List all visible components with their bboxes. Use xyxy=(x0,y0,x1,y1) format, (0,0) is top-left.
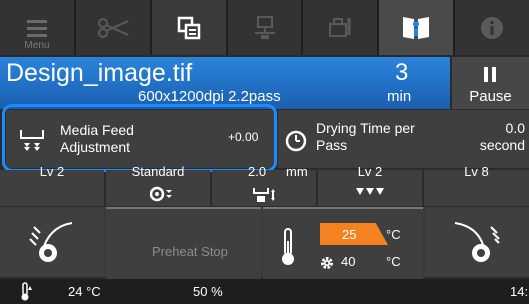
pause-label: Pause xyxy=(469,88,512,105)
preheat-cell[interactable] xyxy=(106,207,261,279)
level-cell-5[interactable]: Lv 8 xyxy=(424,164,529,206)
ambient-temperature: 24 °C xyxy=(68,284,101,299)
takeup-roll-icon xyxy=(454,222,500,262)
drying-time-unit: second xyxy=(479,137,525,153)
heater-panel xyxy=(0,207,529,279)
level-5-label: Lv 8 xyxy=(464,164,489,179)
level-1-label: Lv 2 xyxy=(39,164,65,179)
thermometer-icon xyxy=(282,228,294,265)
printer-settings-icon xyxy=(329,17,351,37)
platen-gap-icon xyxy=(253,188,275,202)
cut-icon xyxy=(97,17,129,38)
info-icon xyxy=(481,16,504,39)
toolbar: Menu xyxy=(0,0,529,55)
selection-highlight xyxy=(2,104,277,172)
preheat-stop-label: Preheat Stop xyxy=(152,244,228,259)
level-cell-1[interactable]: Lv 2 xyxy=(0,164,104,206)
remaining-time-value: 3 xyxy=(395,59,409,86)
job-print-info: 600x1200dpi 2.2pass xyxy=(138,88,281,105)
drying-time-value: 0.0 xyxy=(505,120,525,136)
level-3-unit: mm xyxy=(286,164,308,179)
info-button[interactable] xyxy=(455,0,529,55)
clock-icon xyxy=(285,130,307,152)
set-temperature: 40 xyxy=(341,254,356,269)
network-icon xyxy=(254,15,275,39)
level-cell-2[interactable]: Standard xyxy=(106,164,210,206)
manual-button[interactable] xyxy=(379,0,454,55)
current-temperature-unit: °C xyxy=(386,227,401,242)
level-2-label: Standard xyxy=(131,164,185,179)
level-4-label: Lv 2 xyxy=(357,164,383,179)
printer-settings-button[interactable] xyxy=(303,0,378,55)
level-cell-4[interactable]: Lv 2 xyxy=(318,164,422,206)
pause-button[interactable]: Pause xyxy=(452,57,529,109)
job-status-bar: Design_image.tif 600x1200dpi 2.2pass 3 m… xyxy=(0,57,450,109)
job-filename: Design_image.tif xyxy=(6,59,193,87)
takeup-cell[interactable] xyxy=(425,207,529,277)
current-temperature: 25 xyxy=(342,227,357,242)
remaining-time-unit: min xyxy=(387,88,412,105)
drying-time-label-2: Pass xyxy=(316,137,348,153)
clock-time: 14:1 xyxy=(510,284,529,299)
environment-icon xyxy=(21,282,32,301)
manual-icon xyxy=(403,16,430,39)
set-temperature-unit: °C xyxy=(386,254,401,269)
drying-time-label-1: Drying Time per xyxy=(316,120,415,136)
status-bar: 24 °C 50 % 14:1 xyxy=(0,279,529,304)
drying-time-button[interactable]: Drying Time per Pass 0.0 second xyxy=(278,110,529,168)
level-3-value: 2.0 xyxy=(248,164,267,179)
tension-icon xyxy=(150,186,172,202)
copy-button[interactable] xyxy=(151,0,226,55)
menu-button[interactable]: Menu xyxy=(0,0,74,55)
feeder-roll-icon xyxy=(29,222,73,262)
gear-icon xyxy=(321,257,333,269)
ambient-humidity: 50 % xyxy=(193,284,223,299)
menu-icon xyxy=(26,19,47,37)
pause-icon xyxy=(484,67,496,82)
level-cell-3[interactable]: 2.0 mm xyxy=(212,164,316,206)
menu-label: Menu xyxy=(24,40,50,51)
cut-button[interactable] xyxy=(75,0,150,55)
airflow-icon xyxy=(356,188,384,195)
feeder-cell[interactable] xyxy=(0,207,104,277)
copy-icon xyxy=(177,16,200,39)
network-button[interactable] xyxy=(227,0,302,55)
